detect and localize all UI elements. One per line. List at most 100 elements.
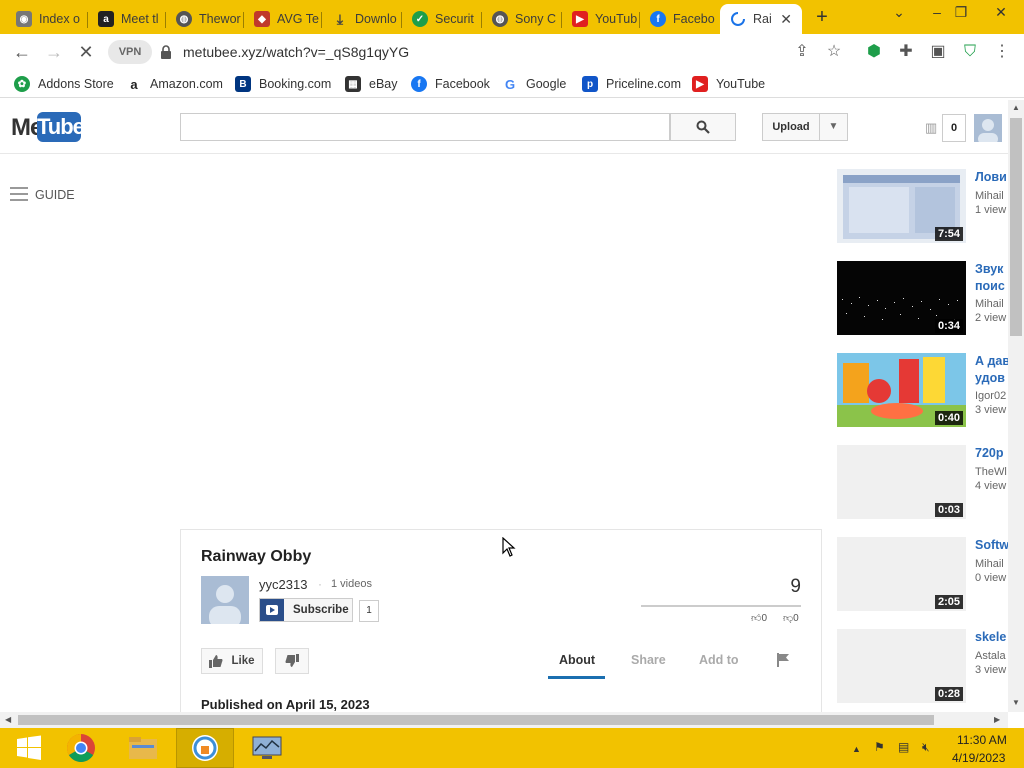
related-video-title[interactable]: 720p (975, 445, 1008, 462)
taskbar-monitor-app[interactable] (238, 728, 296, 768)
video-thumbnail[interactable]: 0:34 (837, 261, 966, 335)
subscribe-button[interactable]: Subscribe (259, 598, 353, 622)
horizontal-scrollbar-thumb[interactable] (18, 715, 934, 725)
related-video[interactable]: 7:54 Лови Mihail 1 view (837, 169, 1008, 243)
forward-icon[interactable]: → (44, 42, 64, 62)
notifications-icon[interactable]: ▥ (925, 120, 937, 136)
like-button[interactable]: Like (201, 648, 263, 674)
start-button[interactable] (0, 728, 58, 768)
bookmark-facebook[interactable]: f Facebook (411, 76, 490, 92)
tab-about[interactable]: About (559, 653, 595, 667)
notification-count[interactable]: 0 (942, 114, 966, 142)
bookmark-priceline[interactable]: p Priceline.com (582, 76, 681, 92)
video-thumbnail[interactable]: 2:05 (837, 537, 966, 611)
video-thumbnail[interactable]: 0:03 (837, 445, 966, 519)
close-window-button[interactable]: ✕ (984, 2, 1018, 22)
upload-dropdown-button[interactable]: ▼ (819, 113, 848, 141)
search-button[interactable] (670, 113, 736, 141)
related-video[interactable]: 0:03 720p TheWl 4 view (837, 445, 1008, 519)
clock-time[interactable]: 11:30 AM (957, 733, 1007, 747)
bookmark-amazon[interactable]: a Amazon.com (126, 76, 223, 92)
browser-tab[interactable]: ◍ Sony C (482, 4, 562, 34)
related-video-title-line2[interactable]: поис (975, 278, 1008, 295)
bookmark-booking[interactable]: B Booking.com (235, 76, 331, 92)
scroll-up-icon[interactable]: ▲ (1012, 103, 1020, 112)
search-input[interactable] (180, 113, 670, 141)
browser-tab[interactable]: ⤓ Downlo (322, 4, 402, 34)
clock-date[interactable]: 4/19/2023 (952, 751, 1005, 765)
browser-tab[interactable]: ▶ YouTub (562, 4, 640, 34)
related-video-title[interactable]: А дав (975, 353, 1008, 370)
browser-tab[interactable]: a Meet tl (88, 4, 166, 34)
extension-shield-icon[interactable]: ⬢ (864, 42, 884, 62)
channel-name[interactable]: yyc2313 (259, 577, 307, 592)
scroll-left-icon[interactable]: ◀ (5, 715, 11, 724)
hamburger-menu-icon[interactable] (10, 187, 28, 205)
youtube-icon: ▶ (692, 76, 708, 92)
thumbs-down-icon (285, 654, 299, 667)
browser-tab[interactable]: ◆ AVG Te (244, 4, 322, 34)
bookmark-ebay[interactable]: ▦ eBay (345, 76, 398, 92)
user-avatar[interactable] (974, 114, 1002, 142)
guide-label[interactable]: GUIDE (35, 188, 75, 202)
monitor-icon (252, 736, 282, 759)
related-video-title[interactable]: Softw (975, 537, 1008, 554)
restore-button[interactable]: ❐ (944, 2, 978, 22)
close-tab-icon[interactable]: ✕ (780, 11, 792, 28)
tab-share[interactable]: Share (631, 653, 666, 667)
flag-tray-icon[interactable]: ⚑ (874, 740, 885, 754)
tab-search-icon[interactable]: ⌄ (882, 2, 916, 22)
related-video[interactable]: 0:28 skele Astala 3 view (837, 629, 1008, 703)
url-text[interactable]: metubee.xyz/watch?v=_qS8g1qyYG (183, 44, 409, 60)
share-icon[interactable]: ⇪ (792, 42, 812, 62)
back-icon[interactable]: ← (12, 42, 32, 62)
stop-loading-icon[interactable]: ✕ (76, 42, 96, 62)
related-video-title[interactable]: Звук (975, 261, 1008, 278)
related-video-title[interactable]: skele (975, 629, 1008, 646)
volume-muted-icon[interactable]: 🔇︎ (922, 740, 930, 755)
taskbar-chrome[interactable] (52, 728, 110, 768)
scroll-down-icon[interactable]: ▼ (1012, 698, 1020, 707)
tray-expand-icon[interactable]: ▲ (852, 744, 861, 754)
related-video[interactable]: 2:05 Softw Mihail 0 view (837, 537, 1008, 611)
flag-icon[interactable] (775, 652, 791, 668)
browser-tab[interactable]: ◉ Index o (6, 4, 88, 34)
vpn-badge[interactable]: VPN (108, 40, 152, 64)
separator-dot: · (318, 577, 322, 591)
browser-tab[interactable]: ✓ Securit (402, 4, 482, 34)
video-thumbnail[interactable]: 7:54 (837, 169, 966, 243)
bookmark-label: eBay (369, 77, 398, 91)
video-thumbnail[interactable]: 0:28 (837, 629, 966, 703)
security-extension-icon[interactable]: ⛉ (960, 42, 980, 62)
related-video[interactable]: 0:34 Звук поис Mihail 2 view (837, 261, 1008, 335)
dislike-button[interactable] (275, 648, 309, 674)
vertical-scrollbar-thumb[interactable] (1010, 118, 1022, 336)
menu-dots-icon[interactable]: ⋮ (992, 42, 1012, 62)
facebook-icon: f (411, 76, 427, 92)
bookmark-google[interactable]: G Google (502, 76, 566, 92)
browser-tab-active[interactable]: Rai ✕ (720, 4, 802, 34)
related-video-title-line2[interactable]: удов (975, 370, 1008, 387)
lock-icon[interactable] (160, 45, 172, 59)
browser-tab[interactable]: f Facebo (640, 4, 718, 34)
taskbar-file-explorer[interactable] (114, 728, 172, 768)
network-tray-icon[interactable]: ▤ (898, 740, 909, 754)
new-tab-button[interactable]: + (812, 6, 832, 28)
video-thumbnail[interactable]: 0:40 (837, 353, 966, 427)
related-video-title[interactable]: Лови (975, 169, 1008, 186)
side-panel-icon[interactable]: ▣ (928, 42, 948, 62)
bookmark-addons-store[interactable]: ✿ Addons Store (14, 76, 114, 92)
extensions-puzzle-icon[interactable]: ✚ (896, 42, 916, 62)
scroll-right-icon[interactable]: ▶ (994, 715, 1000, 724)
tab-add-to[interactable]: Add to (699, 653, 739, 667)
bookmark-star-icon[interactable]: ☆ (824, 42, 844, 62)
chrome-icon (67, 734, 95, 762)
upload-button[interactable]: Upload (762, 113, 820, 141)
taskbar-security-app[interactable] (176, 728, 234, 768)
related-video-author: TheWl (975, 466, 1007, 478)
browser-tab[interactable]: ◍ Thewor (166, 4, 244, 34)
bookmark-youtube[interactable]: ▶ YouTube (692, 76, 765, 92)
related-video[interactable]: 0:40 А дав удов Igor02 3 view (837, 353, 1008, 427)
logo-tube-text[interactable]: Tube (37, 112, 85, 142)
channel-avatar[interactable] (201, 576, 249, 624)
